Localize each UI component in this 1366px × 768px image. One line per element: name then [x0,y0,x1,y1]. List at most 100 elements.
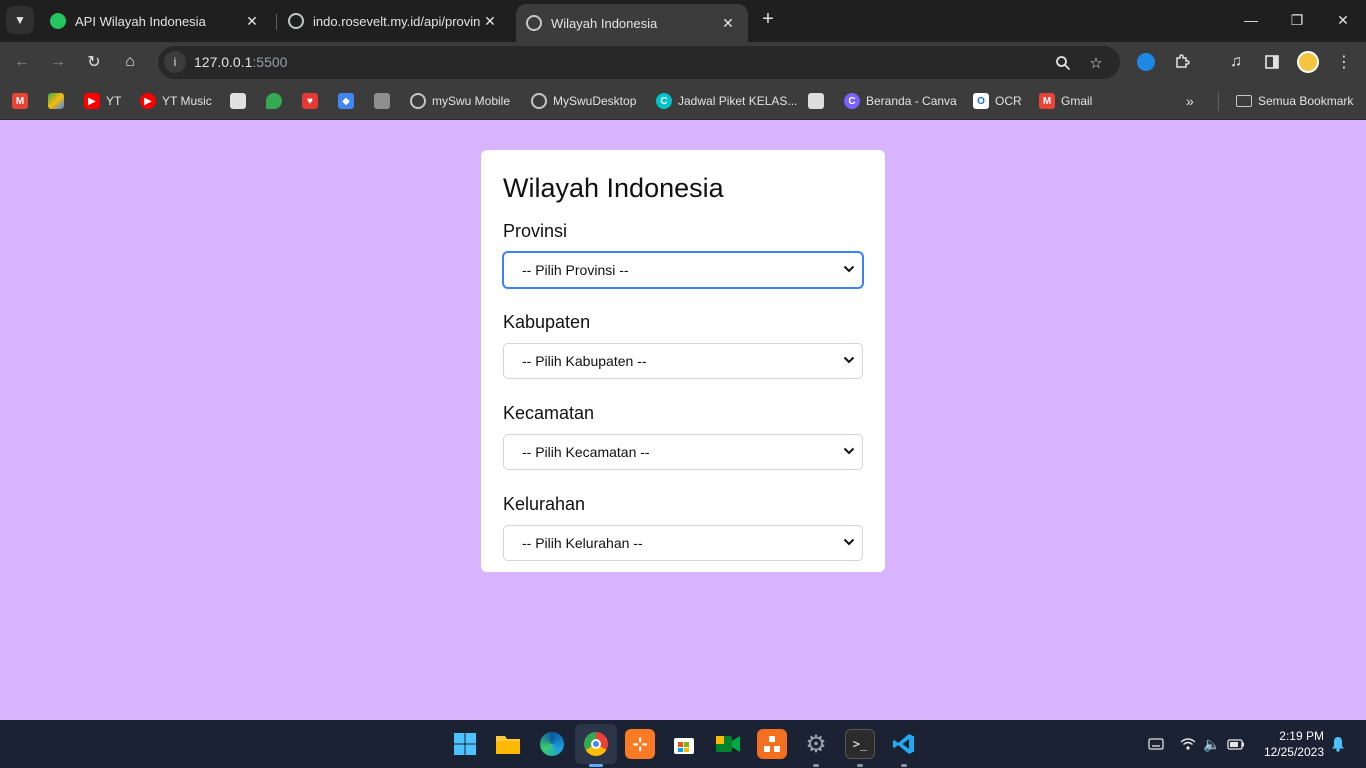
side-panel-icon[interactable] [1260,50,1284,74]
kabupaten-select[interactable]: -- Pilih Kabupaten -- [503,343,863,379]
xampp-icon: ⊹ [632,733,648,754]
bookmark-item[interactable] [230,92,252,110]
youtube-icon: ▶ [84,93,100,109]
bookmark-label: YT [106,94,122,108]
settings-button[interactable]: ⚙ [801,729,831,759]
reload-button[interactable]: ↻ [82,50,106,74]
all-bookmarks-folder[interactable]: Semua Bookmark [1236,92,1353,110]
more-menu-icon[interactable]: ⋮ [1332,50,1356,74]
tab-api-wilayah[interactable]: API Wilayah Indonesia ✕ [40,6,272,36]
bookmark-item[interactable]: ◆ [338,92,360,110]
bookmark-item[interactable]: mySwu Mobile [410,92,510,110]
forward-button[interactable]: → [46,50,70,74]
close-icon[interactable]: ✕ [242,11,262,31]
bookmark-item[interactable] [374,92,396,110]
folder-icon [496,736,520,754]
new-tab-button[interactable]: + [756,8,780,32]
drive-icon [48,93,64,109]
tab-title: API Wilayah Indonesia [75,13,206,29]
profile-avatar[interactable] [1296,50,1320,74]
bookmark-label: OCR [995,94,1022,108]
tab-wilayah-indonesia[interactable]: Wilayah Indonesia ✕ [516,4,748,42]
bookmark-item[interactable]: ▶ YT Music [140,92,212,110]
window-close-button[interactable]: ✕ [1320,0,1366,40]
bookmark-item[interactable]: C Jadwal Piket KELAS... [656,92,797,110]
region-form-card: Wilayah Indonesia Provinsi -- Pilih Prov… [481,150,885,572]
vscode-button[interactable] [889,729,919,759]
file-explorer-button[interactable] [493,729,523,759]
media-control-icon[interactable]: ♫ [1224,50,1248,74]
zoom-icon[interactable] [1052,52,1074,74]
kecamatan-select[interactable]: -- Pilih Kecamatan -- [503,434,863,470]
bookmark-item[interactable]: M [12,92,34,110]
chrome-button[interactable] [581,729,611,759]
bookmark-item[interactable]: ▶ YT [84,92,121,110]
git-tool-button[interactable] [757,729,787,759]
back-button[interactable]: ← [10,50,34,74]
gmail-icon: M [1039,93,1055,109]
canva-icon: C [656,93,672,109]
volume-icon[interactable]: 🔈 [1202,734,1222,754]
address-url[interactable]: 127.0.0.1:5500 [194,54,287,70]
bookmark-item[interactable]: ♥ [302,92,324,110]
close-icon[interactable]: ✕ [480,11,500,31]
restore-button[interactable]: ❐ [1274,0,1320,40]
kelurahan-selected-value: -- Pilih Kelurahan -- [522,535,643,551]
start-button[interactable] [450,729,480,759]
address-host: 127.0.0.1 [194,54,253,70]
diamond-icon: ◆ [338,93,354,109]
bookmark-label: Beranda - Canva [866,94,957,108]
minimize-button[interactable]: — [1228,0,1274,40]
kecamatan-selected-value: -- Pilih Kecamatan -- [522,444,650,460]
youtube-music-icon: ▶ [140,93,156,109]
bookmark-item[interactable]: O OCR [973,92,1022,110]
bookmark-label: mySwu Mobile [432,94,511,108]
system-clock[interactable]: 2:19 PM 12/25/2023 [1258,728,1324,760]
maps-icon [266,93,282,109]
kabupaten-selected-value: -- Pilih Kabupaten -- [522,353,647,369]
tab-bar: ▼ API Wilayah Indonesia ✕ indo.rosevelt.… [0,0,1366,42]
clock-time: 2:19 PM [1279,729,1324,743]
bookmark-item[interactable]: C Beranda - Canva [844,92,957,110]
extensions-icon[interactable] [1170,50,1194,74]
page-title: Wilayah Indonesia [503,173,724,203]
shazam-extension-icon[interactable] [1134,50,1158,74]
wifi-icon[interactable] [1178,734,1198,754]
bookmark-item[interactable]: MySwuDesktop [531,92,636,110]
heart-icon: ♥ [302,93,318,109]
folder-icon [1236,95,1252,107]
site-info-icon[interactable]: i [164,51,186,73]
chrome-icon [584,732,608,756]
store-button[interactable] [669,729,699,759]
share-nodes-icon [764,736,780,752]
kelurahan-select[interactable]: -- Pilih Kelurahan -- [503,525,863,561]
close-icon[interactable]: ✕ [718,13,738,33]
bookmark-item[interactable] [48,92,70,110]
bookmark-item[interactable] [266,92,288,110]
tab-title: Wilayah Indonesia [551,15,658,31]
kabupaten-label: Kabupaten [503,312,591,332]
green-globe-icon [50,13,66,29]
terminal-button[interactable]: >_ [845,729,875,759]
more-bookmarks-button[interactable]: » [1186,92,1194,110]
tab-api-provinsi[interactable]: indo.rosevelt.my.id/api/provinsi ✕ [278,6,510,36]
ocr-icon: O [973,93,989,109]
tab-title: indo.rosevelt.my.id/api/provinsi [313,13,480,29]
tab-search-button[interactable]: ▼ [6,6,34,34]
bookmark-label: MySwuDesktop [553,94,637,108]
keyboard-icon[interactable] [1146,734,1166,754]
globe-icon [410,93,426,109]
meet-button[interactable] [713,729,743,759]
address-bar[interactable]: i 127.0.0.1:5500 ☆ [158,46,1120,79]
edge-icon [540,732,564,756]
bookmark-item[interactable]: M Gmail [1039,92,1092,110]
notification-bell-icon[interactable] [1328,734,1348,754]
xampp-button[interactable]: ⊹ [625,729,655,759]
bookmark-star-icon[interactable]: ☆ [1085,52,1107,74]
bookmark-item[interactable] [808,92,830,110]
provinsi-select[interactable]: -- Pilih Provinsi -- [503,252,863,288]
home-button[interactable]: ⌂ [118,50,142,74]
globe-icon [526,15,542,31]
battery-icon[interactable] [1226,734,1246,754]
edge-button[interactable] [537,729,567,759]
